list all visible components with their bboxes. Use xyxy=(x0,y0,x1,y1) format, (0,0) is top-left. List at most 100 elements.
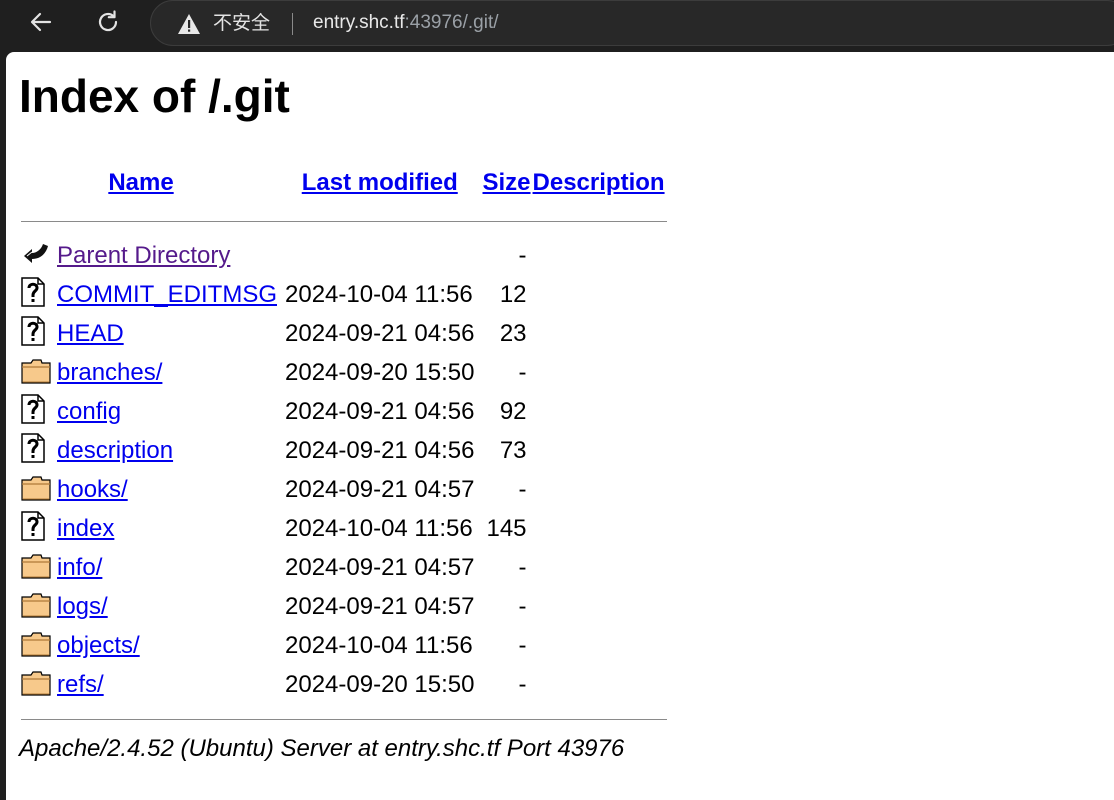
table-row: hooks/2024-09-21 04:57 - xyxy=(21,470,667,509)
folder-icon[interactable] xyxy=(21,472,55,504)
row-date-cell: 2024-09-21 04:56 xyxy=(285,397,475,425)
folder-icon[interactable] xyxy=(21,628,55,660)
table-row: HEAD 2024-09-21 04:56 23 xyxy=(21,314,667,353)
folder-icon[interactable] xyxy=(21,589,55,621)
back-button[interactable] xyxy=(23,4,59,40)
row-icon-cell xyxy=(21,548,55,587)
row-name-cell: logs/ xyxy=(55,587,279,626)
row-description-cell xyxy=(531,353,667,392)
table-row: index 2024-10-04 11:56 145 xyxy=(21,509,667,548)
top-divider xyxy=(21,220,667,222)
row-icon-cell xyxy=(21,470,55,509)
row-description-cell xyxy=(531,509,667,548)
row-size-cell: - xyxy=(518,241,527,269)
row-size-cell: - xyxy=(518,592,527,620)
url-path: :43976/.git/ xyxy=(404,12,499,33)
row-icon-cell xyxy=(21,509,55,548)
entry-link[interactable]: description xyxy=(57,437,173,464)
url-text[interactable]: entry.shc.tf:43976/.git/ xyxy=(313,11,499,35)
table-row: config 2024-09-21 04:56 92 xyxy=(21,392,667,431)
row-icon-cell xyxy=(21,665,55,704)
row-date-cell: 2024-09-21 04:57 xyxy=(285,475,475,503)
row-description-cell xyxy=(531,431,667,470)
table-row: description 2024-09-21 04:56 73 xyxy=(21,431,667,470)
row-icon-cell xyxy=(21,314,55,353)
back-icon[interactable] xyxy=(21,237,55,269)
row-size-cell: 12 xyxy=(499,280,527,308)
folder-icon[interactable] xyxy=(21,550,55,582)
row-name-cell: hooks/ xyxy=(55,470,279,509)
row-date-cell: 2024-09-20 15:50 xyxy=(285,670,475,698)
table-row: info/2024-09-21 04:57 - xyxy=(21,548,667,587)
row-date-cell: 2024-09-21 04:57 xyxy=(285,553,475,581)
row-description-cell xyxy=(531,314,667,353)
row-date-cell xyxy=(279,236,481,275)
row-name-cell: info/ xyxy=(55,548,279,587)
sort-by-size-link[interactable]: Size xyxy=(483,169,531,196)
unknown-file-icon[interactable] xyxy=(21,432,55,464)
row-description-cell xyxy=(531,626,667,665)
row-description-cell xyxy=(531,275,667,314)
row-size-cell: 92 xyxy=(499,397,527,425)
entry-link[interactable]: hooks/ xyxy=(57,476,128,503)
row-date-cell: 2024-09-21 04:56 xyxy=(285,436,475,464)
row-size-cell: - xyxy=(518,358,527,386)
row-date-cell: 2024-10-04 11:56 xyxy=(285,631,473,659)
address-bar[interactable]: 不安全 entry.shc.tf:43976/.git/ xyxy=(150,0,1114,46)
table-row: COMMIT_EDITMSG 2024-10-04 11:56 12 xyxy=(21,275,667,314)
name-header: Name xyxy=(55,160,279,206)
entry-link[interactable]: logs/ xyxy=(57,593,108,620)
entry-link[interactable]: objects/ xyxy=(57,632,140,659)
entry-link[interactable]: config xyxy=(57,398,121,425)
row-size-cell: 23 xyxy=(499,319,527,347)
row-size-cell: - xyxy=(518,631,527,659)
unknown-file-icon[interactable] xyxy=(21,315,55,347)
omnibox-divider xyxy=(292,13,293,35)
row-icon-cell xyxy=(21,392,55,431)
row-description-cell xyxy=(531,587,667,626)
page-title: Index of /.git xyxy=(19,70,290,122)
row-name-cell: Parent Directory xyxy=(55,236,279,275)
warning-icon[interactable] xyxy=(177,13,201,35)
row-name-cell: branches/ xyxy=(55,353,279,392)
entry-link[interactable]: index xyxy=(57,515,114,542)
entry-link[interactable]: HEAD xyxy=(57,320,124,347)
unknown-file-icon[interactable] xyxy=(21,276,55,308)
entry-link[interactable]: COMMIT_EDITMSG xyxy=(57,281,277,308)
table-row: logs/2024-09-21 04:57 - xyxy=(21,587,667,626)
page-viewport: Index of /.git Name Last modified Size D… xyxy=(6,52,1114,800)
row-name-cell: objects/ xyxy=(55,626,279,665)
description-header: Description xyxy=(531,160,667,206)
sort-by-last-modified-link[interactable]: Last modified xyxy=(302,169,458,196)
row-description-cell xyxy=(531,392,667,431)
sort-by-description-link[interactable]: Description xyxy=(533,169,665,196)
entry-link[interactable]: branches/ xyxy=(57,359,162,386)
row-size-cell: - xyxy=(518,553,527,581)
row-size-cell: - xyxy=(518,670,527,698)
security-status-label[interactable]: 不安全 xyxy=(213,11,270,35)
sort-by-name-link[interactable]: Name xyxy=(108,169,173,196)
unknown-file-icon[interactable] xyxy=(21,393,55,425)
row-icon-cell xyxy=(21,587,55,626)
table-row: objects/2024-10-04 11:56 - xyxy=(21,626,667,665)
row-icon-cell xyxy=(21,236,55,275)
row-icon-cell xyxy=(21,431,55,470)
row-icon-cell xyxy=(21,275,55,314)
folder-icon[interactable] xyxy=(21,667,55,699)
entry-link[interactable]: info/ xyxy=(57,554,102,581)
entry-link[interactable]: Parent Directory xyxy=(57,242,230,269)
unknown-file-icon[interactable] xyxy=(21,510,55,542)
table-row: branches/2024-09-20 15:50 - xyxy=(21,353,667,392)
reload-button[interactable] xyxy=(90,4,126,40)
row-date-cell: 2024-10-04 11:56 xyxy=(285,514,473,542)
row-date-cell: 2024-09-21 04:57 xyxy=(285,592,475,620)
row-name-cell: HEAD xyxy=(55,314,279,353)
row-name-cell: config xyxy=(55,392,279,431)
row-name-cell: refs/ xyxy=(55,665,279,704)
size-header: Size xyxy=(481,160,531,206)
entry-link[interactable]: refs/ xyxy=(57,671,104,698)
url-host: entry.shc.tf xyxy=(313,12,405,33)
folder-icon[interactable] xyxy=(21,355,55,387)
row-size-cell: 73 xyxy=(499,436,527,464)
row-name-cell: description xyxy=(55,431,279,470)
